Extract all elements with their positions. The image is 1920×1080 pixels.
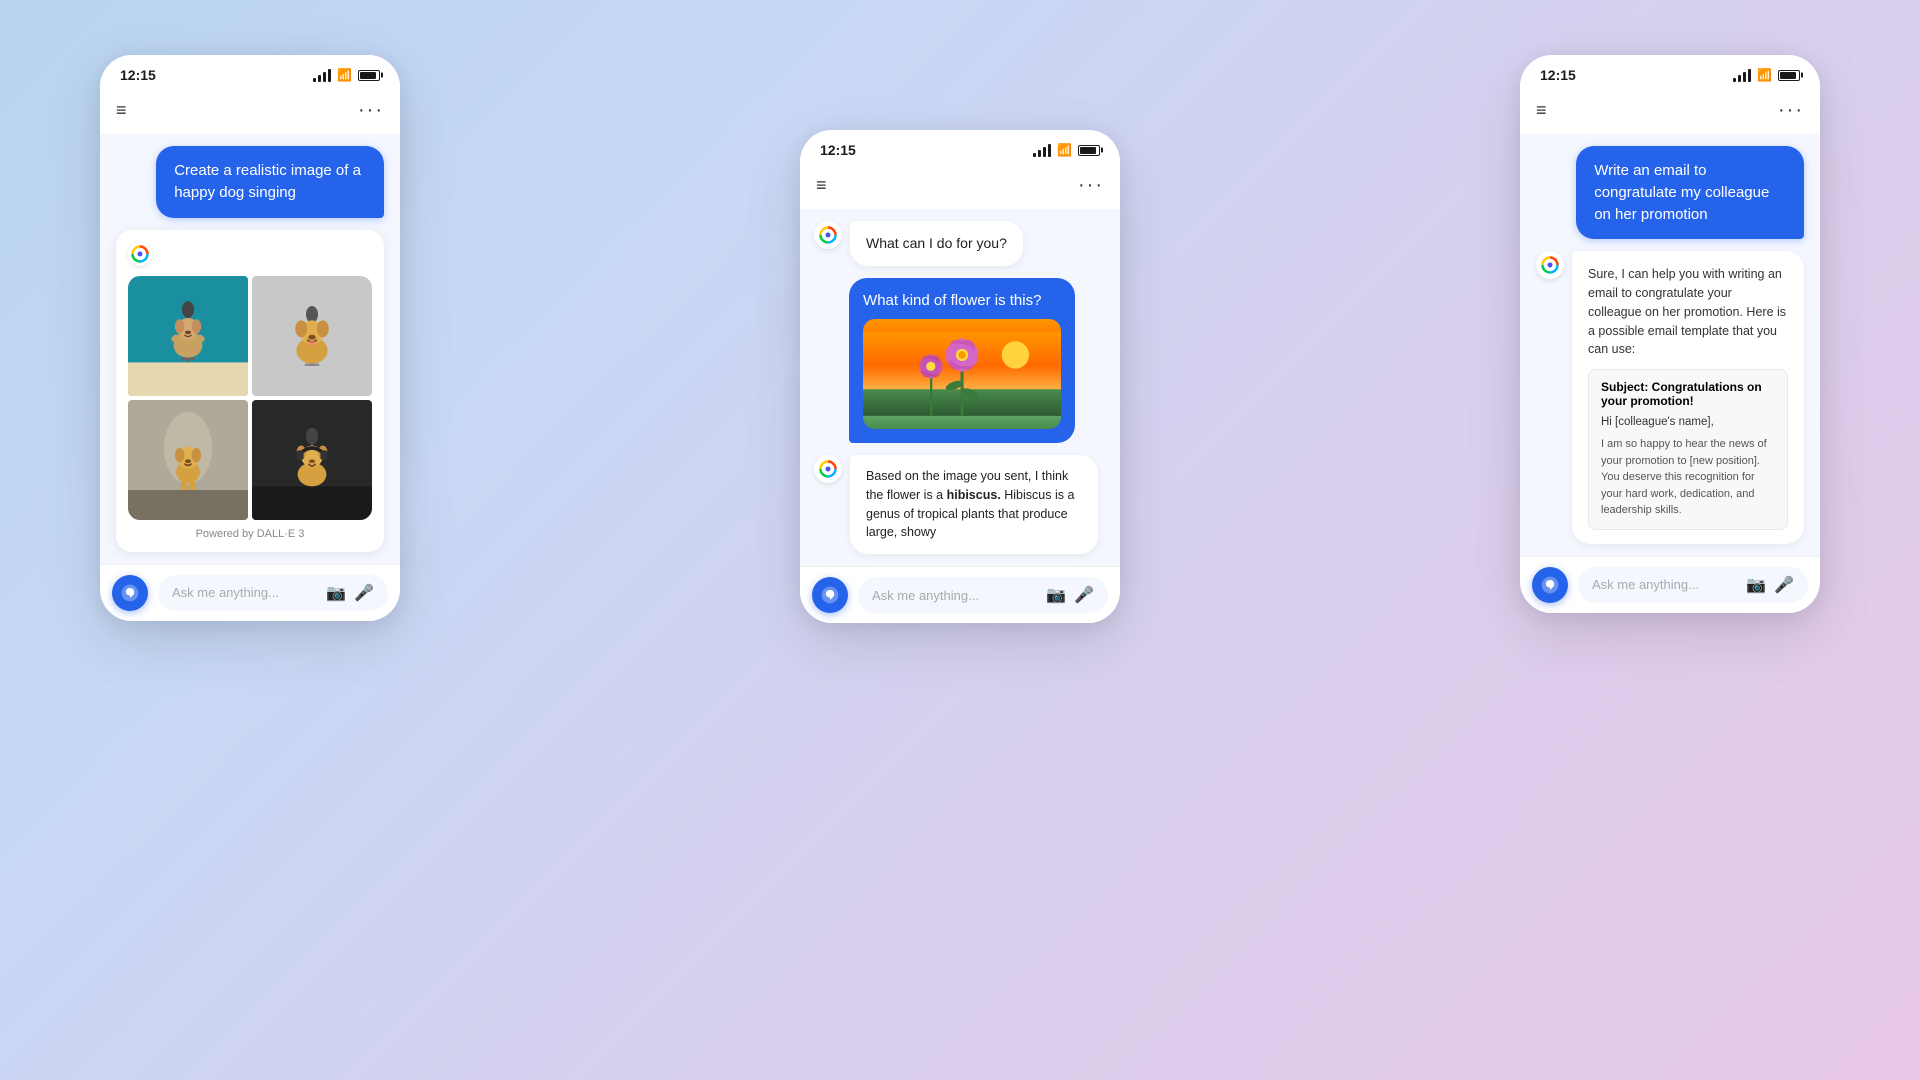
wifi-center: 📶 xyxy=(1057,143,1072,157)
chat-icon-center xyxy=(820,585,840,605)
battery-left xyxy=(358,70,380,81)
mic-icon-right[interactable]: 🎤 xyxy=(1774,575,1794,595)
input-placeholder-right: Ask me anything... xyxy=(1592,577,1738,592)
time-right: 12:15 xyxy=(1540,67,1576,83)
phone-center: 12:15 📶 ≡ ··· xyxy=(800,130,1120,623)
battery-right xyxy=(1778,70,1800,81)
dog-image-3 xyxy=(128,400,248,520)
more-icon-left[interactable]: ··· xyxy=(358,99,384,122)
top-nav-right: ≡ ··· xyxy=(1520,91,1820,134)
email-subject: Subject: Congratulations on your promoti… xyxy=(1601,380,1775,408)
input-bar-right: Ask me anything... 📷 🎤 xyxy=(1520,556,1820,613)
email-response-card: Sure, I can help you with writing an ema… xyxy=(1572,251,1804,543)
signal-left xyxy=(313,69,331,82)
chat-area-left: Create a realistic image of a happy dog … xyxy=(100,134,400,564)
more-icon-right[interactable]: ··· xyxy=(1778,99,1804,122)
dog-image-1 xyxy=(128,276,248,396)
input-bar-left: Ask me anything... 📷 🎤 xyxy=(100,564,400,621)
dog-image-grid xyxy=(128,276,372,520)
signal-center xyxy=(1033,144,1051,157)
top-nav-center: ≡ ··· xyxy=(800,166,1120,209)
menu-icon-center[interactable]: ≡ xyxy=(816,175,827,196)
assistant-email-row: Sure, I can help you with writing an ema… xyxy=(1536,251,1804,543)
input-field-left[interactable]: Ask me anything... 📷 🎤 xyxy=(158,575,388,611)
email-greeting: Hi [colleague's name], xyxy=(1601,416,1775,428)
camera-icon-left[interactable]: 📷 xyxy=(326,583,346,603)
menu-icon-right[interactable]: ≡ xyxy=(1536,100,1547,121)
status-bar-right: 12:15 📶 xyxy=(1520,55,1820,91)
flower-question: What kind of flower is this? xyxy=(863,292,1061,309)
chat-area-center: What can I do for you? What kind of flow… xyxy=(800,209,1120,566)
copilot-logo-center xyxy=(818,225,838,245)
hibiscus-response-bubble: Based on the image you sent, I think the… xyxy=(850,455,1098,554)
copilot-logo-left xyxy=(130,244,150,264)
time-center: 12:15 xyxy=(820,142,856,158)
time-left: 12:15 xyxy=(120,67,156,83)
chat-area-right: Write an email to congratulate my collea… xyxy=(1520,134,1820,556)
flower-image xyxy=(863,319,1061,429)
powered-by-caption: Powered by DALL·E 3 xyxy=(128,528,372,540)
chat-icon-left xyxy=(120,583,140,603)
more-icon-center[interactable]: ··· xyxy=(1078,174,1104,197)
status-bar-center: 12:15 📶 xyxy=(800,130,1120,166)
copilot-logo-2 xyxy=(818,459,838,479)
copilot-logo-right xyxy=(1540,255,1560,275)
mic-icon-center[interactable]: 🎤 xyxy=(1074,585,1094,605)
ai-avatar-left xyxy=(128,242,152,266)
greeting-bubble: What can I do for you? xyxy=(850,221,1023,266)
phone-right: 12:15 📶 ≡ ··· xyxy=(1520,55,1820,613)
assistant-greeting-row: What can I do for you? xyxy=(814,221,1106,266)
user-message-left: Create a realistic image of a happy dog … xyxy=(156,146,384,218)
top-nav-left: ≡ ··· xyxy=(100,91,400,134)
input-placeholder-left: Ask me anything... xyxy=(172,585,318,600)
signal-right xyxy=(1733,69,1751,82)
flower-card: What kind of flower is this? xyxy=(849,278,1075,443)
dog-image-2 xyxy=(252,276,372,396)
hibiscus-response-text: Based on the image you sent, I think the… xyxy=(866,469,1074,539)
wifi-left: 📶 xyxy=(337,68,352,82)
input-field-right[interactable]: Ask me anything... 📷 🎤 xyxy=(1578,567,1808,603)
assistant-hibiscus-row: Based on the image you sent, I think the… xyxy=(814,455,1106,554)
user-message-right: Write an email to congratulate my collea… xyxy=(1576,146,1804,239)
chat-icon-right xyxy=(1540,575,1560,595)
input-field-center[interactable]: Ask me anything... 📷 🎤 xyxy=(858,577,1108,613)
input-avatar-right xyxy=(1532,567,1568,603)
status-bar-left: 12:15 📶 xyxy=(100,55,400,91)
wifi-right: 📶 xyxy=(1757,68,1772,82)
email-intro: Sure, I can help you with writing an ema… xyxy=(1588,265,1788,359)
input-avatar-center xyxy=(812,577,848,613)
assistant-avatar-2 xyxy=(814,455,842,483)
email-body: I am so happy to hear the news of your p… xyxy=(1601,436,1775,519)
input-placeholder-center: Ask me anything... xyxy=(872,588,1038,603)
input-avatar-left xyxy=(112,575,148,611)
phone-left: 12:15 📶 ≡ ··· xyxy=(100,55,400,621)
mic-icon-left[interactable]: 🎤 xyxy=(354,583,374,603)
menu-icon-left[interactable]: ≡ xyxy=(116,100,127,121)
assistant-avatar-center xyxy=(814,221,842,249)
input-bar-center: Ask me anything... 📷 🎤 xyxy=(800,566,1120,623)
image-grid-card: Powered by DALL·E 3 xyxy=(116,230,384,552)
battery-center xyxy=(1078,145,1100,156)
camera-icon-center[interactable]: 📷 xyxy=(1046,585,1066,605)
assistant-avatar-right xyxy=(1536,251,1564,279)
dog-image-4 xyxy=(252,400,372,520)
camera-icon-right[interactable]: 📷 xyxy=(1746,575,1766,595)
